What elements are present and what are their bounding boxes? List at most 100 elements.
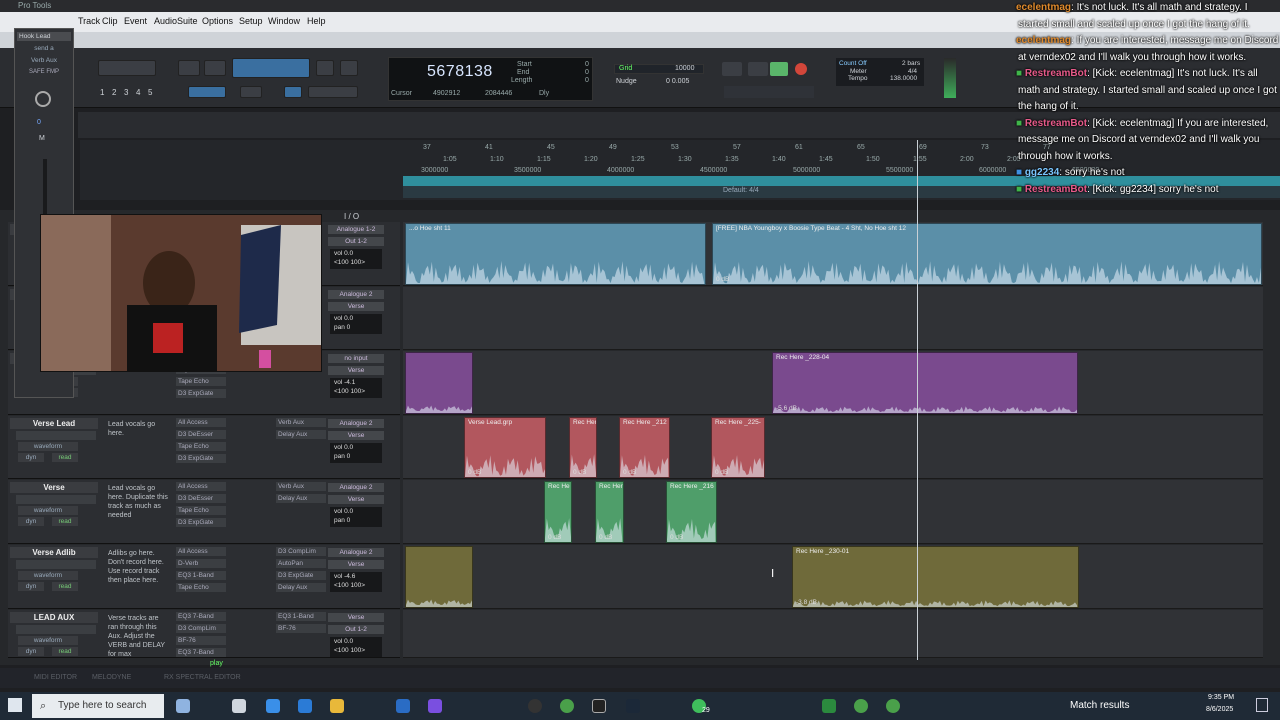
- grid-selector[interactable]: Grid 10000: [614, 64, 704, 74]
- audio-clip[interactable]: [405, 546, 473, 608]
- audio-clip[interactable]: Rec Here _212 0 dB: [619, 417, 670, 478]
- insert-slot[interactable]: Delay Aux: [276, 583, 326, 592]
- menu-audiosuite[interactable]: AudioSuite: [154, 16, 198, 26]
- tab-melodyne[interactable]: MELODYNE: [92, 674, 131, 681]
- audio-clip[interactable]: Rec Here _228-04 -5.6 dB: [772, 352, 1078, 414]
- track-dyn[interactable]: dyn: [18, 517, 44, 526]
- volume-pan-display[interactable]: vol 0.0 pan 0: [330, 507, 382, 527]
- windows-start-icon[interactable]: [8, 698, 22, 712]
- meter-value[interactable]: 4/4: [908, 68, 917, 75]
- link-button[interactable]: [240, 86, 262, 98]
- audio-clip[interactable]: Rec Here _225- 0 dB: [711, 417, 765, 478]
- track-lane[interactable]: [403, 287, 1263, 350]
- pencil-icon[interactable]: [340, 60, 358, 76]
- mirror-buttons[interactable]: [308, 86, 358, 98]
- menu-options[interactable]: Options: [202, 16, 233, 26]
- folder-icon[interactable]: [330, 699, 344, 713]
- track-buttons[interactable]: [16, 495, 96, 504]
- pro-tools-icon[interactable]: [592, 699, 606, 713]
- insert-slot[interactable]: AutoPan: [276, 559, 326, 568]
- input-selector[interactable]: Analogue 2: [328, 483, 384, 492]
- volume-pan-display[interactable]: vol -4.6 <100 100>: [330, 572, 382, 592]
- clock-time[interactable]: 9:35 PM: [1208, 694, 1234, 701]
- insert-slot[interactable]: D3 CompLim: [176, 624, 226, 633]
- insert-slot[interactable]: All Access: [176, 482, 226, 491]
- edge-icon[interactable]: [266, 699, 280, 713]
- insert-slot[interactable]: D3 ExpGate: [176, 389, 226, 398]
- play-button[interactable]: [770, 62, 788, 76]
- output-selector[interactable]: Out 1-2: [328, 625, 384, 634]
- input-selector[interactable]: Analogue 2: [328, 290, 384, 299]
- input-selector[interactable]: Analogue 1-2: [328, 225, 384, 234]
- start-value[interactable]: 0: [585, 61, 589, 68]
- insert-slot[interactable]: D3 CompLim: [276, 547, 326, 556]
- input-selector[interactable]: Analogue 2: [328, 419, 384, 428]
- track-lane[interactable]: [403, 480, 1263, 544]
- count-off-label[interactable]: Count Off: [839, 60, 867, 67]
- insert-slot[interactable]: Tape Echo: [176, 442, 226, 451]
- tab-rx-spectral-editor[interactable]: RX SPECTRAL EDITOR: [164, 674, 241, 681]
- insert-slot[interactable]: All Access: [176, 418, 226, 427]
- audio-clip[interactable]: Rec Her 0 dB: [569, 417, 597, 478]
- track-view-selector[interactable]: waveform: [18, 636, 78, 645]
- dly-label[interactable]: Dly: [539, 90, 549, 97]
- output-selector[interactable]: Verse: [328, 495, 384, 504]
- menu-event[interactable]: Event: [124, 16, 147, 26]
- steam-icon[interactable]: [626, 699, 640, 713]
- insert-slot[interactable]: Tape Echo: [176, 506, 226, 515]
- insert-slot[interactable]: D3 ExpGate: [276, 571, 326, 580]
- menu-help[interactable]: Help: [307, 16, 326, 26]
- strip-buttons[interactable]: SAFE FMP: [19, 69, 69, 77]
- track-name[interactable]: LEAD AUX: [10, 612, 98, 623]
- insert-slot[interactable]: D3 DeEsser: [176, 494, 226, 503]
- track-header[interactable]: Verse Adlib Adlibs go here. Don't record …: [8, 545, 400, 609]
- task-view-icon[interactable]: [232, 699, 246, 713]
- strip-aux[interactable]: Verb Aux: [19, 57, 69, 65]
- audio-clip[interactable]: [405, 352, 473, 414]
- count-off-bars[interactable]: 2 bars: [902, 60, 920, 67]
- track-view-selector[interactable]: waveform: [18, 506, 78, 515]
- volume-pan-display[interactable]: vol -4.1 <100 100>: [330, 378, 382, 398]
- automation-mode[interactable]: read: [52, 517, 78, 526]
- insert-slot[interactable]: All Access: [176, 547, 226, 556]
- track-name[interactable]: Verse: [10, 482, 98, 493]
- zoom-preset-3[interactable]: 3: [124, 88, 128, 97]
- track-lane[interactable]: [403, 610, 1263, 658]
- insert-slot[interactable]: Delay Aux: [276, 494, 326, 503]
- menu-window[interactable]: Window: [268, 16, 300, 26]
- output-selector[interactable]: Verse: [328, 302, 384, 311]
- output-selector[interactable]: Verse: [328, 431, 384, 440]
- chrome-icon[interactable]: [854, 699, 868, 713]
- track-buttons[interactable]: [16, 431, 96, 440]
- track-name[interactable]: Verse Lead: [10, 418, 98, 429]
- audio-clip[interactable]: Rec He 0 dB: [544, 481, 572, 543]
- insert-slot[interactable]: D-Verb: [176, 559, 226, 568]
- speaker-icon[interactable]: [316, 60, 334, 76]
- transport-nav-buttons[interactable]: [724, 86, 814, 98]
- app-icon[interactable]: [176, 699, 190, 713]
- audio-clip[interactable]: Rec Her 0 dB: [595, 481, 624, 543]
- insert-slot[interactable]: BF-76: [276, 624, 326, 633]
- menu-clip[interactable]: Clip: [102, 16, 118, 26]
- insert-slot[interactable]: BF-76: [176, 636, 226, 645]
- track-header[interactable]: LEAD AUX Verse tracks are ran through thi…: [8, 610, 400, 658]
- strip-mute[interactable]: M: [39, 135, 45, 142]
- output-selector[interactable]: Out 1-2: [328, 237, 384, 246]
- audio-clip[interactable]: Rec Here _230-01 -3.8 dB: [792, 546, 1079, 608]
- automation-mode[interactable]: read: [52, 453, 78, 462]
- input-selector[interactable]: Verse: [328, 613, 384, 622]
- zoom-preset-5[interactable]: 5: [148, 88, 152, 97]
- menu-track[interactable]: Track: [78, 16, 100, 26]
- track-view-selector[interactable]: waveform: [18, 442, 78, 451]
- chrome-icon[interactable]: [886, 699, 900, 713]
- automation-mode[interactable]: read: [52, 647, 78, 656]
- strip-track-name[interactable]: Hook Lead: [17, 32, 71, 41]
- insert-slot[interactable]: Delay Aux: [276, 430, 326, 439]
- track-dyn[interactable]: dyn: [18, 453, 44, 462]
- insert-slot[interactable]: D3 ExpGate: [176, 454, 226, 463]
- audio-clip[interactable]: Rec Here _216 0 dB: [666, 481, 717, 543]
- audio-clip[interactable]: Verse Lead.grp 0 dB: [464, 417, 546, 478]
- insert-slot[interactable]: EQ3 1-Band: [276, 612, 326, 621]
- menu-setup[interactable]: Setup: [239, 16, 263, 26]
- insert-slot[interactable]: EQ3 1-Band: [176, 571, 226, 580]
